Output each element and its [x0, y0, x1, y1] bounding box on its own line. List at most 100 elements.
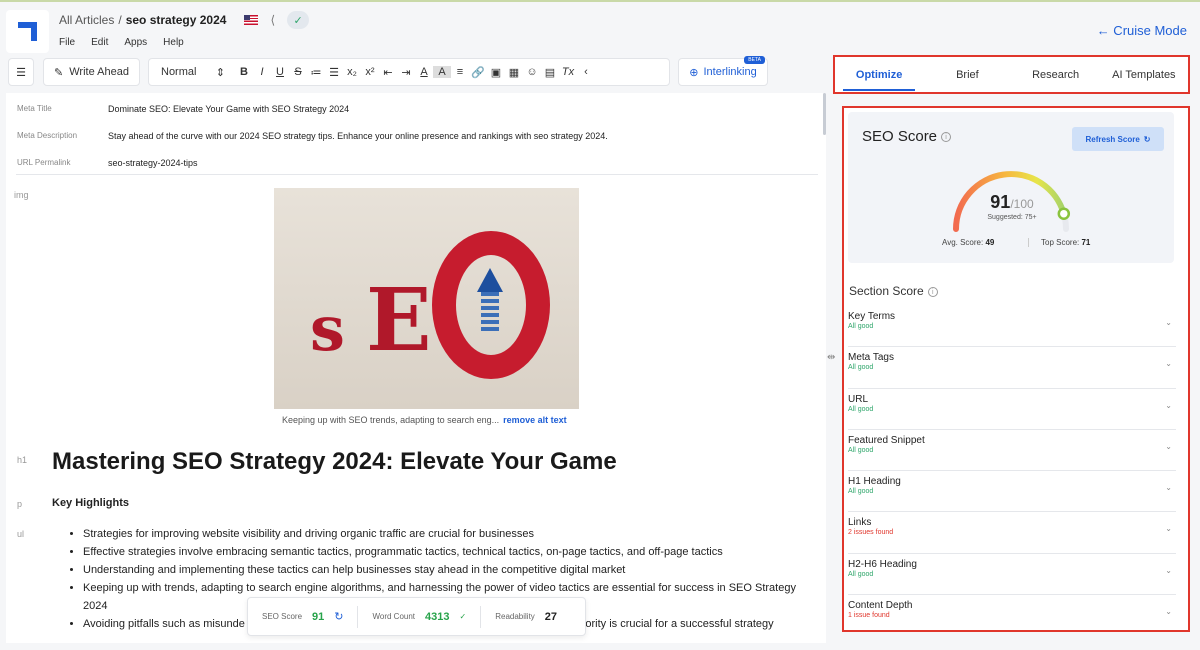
url-permalink-row: URL Permalink seo-strategy-2024-tips — [6, 149, 818, 176]
collapse-chevron-icon[interactable]: ‹ — [577, 66, 595, 78]
key-highlights-heading[interactable]: Key Highlights — [52, 497, 129, 509]
section-status: All good — [848, 323, 874, 330]
section-featured-snippet[interactable]: Featured Snippet All good ⌄ — [848, 430, 1176, 472]
word-count-value: 4313 — [425, 610, 450, 623]
section-name: URL — [848, 393, 869, 405]
image-icon[interactable]: ▣ — [487, 66, 505, 79]
info-icon[interactable]: i — [941, 132, 952, 143]
list-item[interactable]: Understanding and implementing these tac… — [83, 561, 798, 579]
info-icon[interactable]: i — [927, 286, 938, 297]
text-color-button[interactable]: A — [415, 66, 433, 78]
ordered-list-button[interactable]: ≔ — [307, 66, 325, 79]
cruise-mode-link[interactable]: ← Cruise Mode — [1097, 23, 1187, 38]
format-toolbar: Normal ⇕ B I U S ≔ ☰ x₂ x² ⇤ ⇥ A A ≡ 🔗 ▣ … — [148, 58, 670, 86]
video-icon[interactable]: ▦ — [505, 66, 523, 79]
interlinking-button[interactable]: ⊕ Interlinking BETA — [678, 56, 768, 86]
section-name: H2-H6 Heading — [848, 558, 917, 570]
chevron-down-icon: ⌄ — [1165, 441, 1172, 451]
section-status: 1 issue found — [848, 612, 890, 620]
resize-handle-icon[interactable]: ⇹ — [827, 352, 835, 363]
strikethrough-button[interactable]: S — [289, 66, 307, 78]
underline-button[interactable]: U — [271, 66, 289, 78]
article-heading[interactable]: Mastering SEO Strategy 2024: Elevate You… — [52, 448, 617, 476]
stat-seo-score: SEO Score 91 ↻ — [248, 606, 357, 628]
tab-brief[interactable]: Brief — [923, 57, 1011, 92]
menu-help[interactable]: Help — [163, 37, 184, 48]
menu-edit[interactable]: Edit — [91, 37, 108, 48]
list-item[interactable]: Effective strategies involve embracing s… — [83, 543, 798, 561]
outline-toggle-button[interactable]: ☰ — [8, 58, 34, 86]
tab-research[interactable]: Research — [1012, 57, 1100, 92]
editor-area: Meta Title Dominate SEO: Elevate Your Ga… — [6, 93, 826, 643]
section-score-title: Section Score i — [849, 284, 938, 298]
meta-description-field[interactable]: Stay ahead of the curve with our 2024 SE… — [108, 131, 608, 141]
section-url[interactable]: URL All good ⌄ — [848, 389, 1176, 430]
highlight-button[interactable]: A — [433, 66, 451, 78]
saved-check-icon: ✓ — [287, 11, 310, 29]
subscript-button[interactable]: x₂ — [343, 66, 361, 78]
link-icon[interactable]: 🔗 — [469, 66, 487, 79]
section-h2-h6-heading[interactable]: H2-H6 Heading All good ⌄ — [848, 554, 1176, 596]
write-ahead-icon: ✎ — [54, 66, 64, 79]
list-item[interactable]: Strategies for improving website visibil… — [83, 525, 798, 543]
superscript-button[interactable]: x² — [361, 66, 379, 78]
app-logo[interactable] — [6, 10, 49, 53]
score-number: 91 — [990, 192, 1011, 212]
indent-button[interactable]: ⇥ — [397, 66, 415, 79]
image-letter-e: E — [366, 270, 432, 371]
emoji-icon[interactable]: ☺ — [523, 66, 541, 78]
section-name: Featured Snippet — [848, 434, 925, 446]
section-content-depth[interactable]: Content Depth 1 issue found ⌄ — [848, 595, 1176, 630]
menu-bar: File Edit Apps Help — [59, 37, 184, 48]
refresh-score-label: Refresh Score — [1085, 134, 1140, 144]
editor-scrollbar[interactable] — [823, 93, 826, 135]
outdent-button[interactable]: ⇤ — [379, 66, 397, 79]
panel-tabs: Optimize Brief Research AI Templates — [833, 55, 1190, 94]
url-permalink-field[interactable]: seo-strategy-2024-tips — [108, 158, 198, 168]
italic-button[interactable]: I — [253, 66, 271, 78]
write-ahead-button[interactable]: ✎ Write Ahead — [43, 58, 140, 86]
gutter-h1-label: h1 — [17, 455, 28, 465]
meta-title-field[interactable]: Dominate SEO: Elevate Your Game with SEO… — [108, 104, 349, 114]
section-links[interactable]: Links 2 issues found ⌄ — [848, 512, 1176, 554]
seo-score-title-text: SEO Score — [862, 128, 938, 145]
optimize-panel: SEO Score i Refresh Score ↻ 91/100 Sugges… — [842, 106, 1190, 632]
meta-title-label: Meta Title — [17, 104, 52, 113]
stats-bar: SEO Score 91 ↻ Word Count 4313 ✓ Readabi… — [247, 597, 586, 636]
section-meta-tags[interactable]: Meta Tags All good ⌄ — [848, 347, 1176, 389]
remove-alt-text-link[interactable]: remove alt text — [503, 415, 567, 425]
section-score-list: Key Terms All good ⌄ Meta Tags All good ⌄ UR… — [848, 306, 1176, 630]
alt-text[interactable]: Keeping up with SEO trends, adapting to … — [282, 415, 499, 425]
section-status: All good — [848, 446, 874, 454]
featured-image[interactable]: s E — [274, 188, 579, 409]
score-value: 91/100 — [848, 192, 1176, 213]
section-h1-heading[interactable]: H1 Heading All good ⌄ — [848, 471, 1176, 513]
us-flag-icon[interactable] — [244, 15, 259, 25]
bold-button[interactable]: B — [235, 66, 253, 78]
menu-file[interactable]: File — [59, 37, 75, 48]
chevron-down-icon: ⌄ — [1165, 524, 1172, 534]
score-max: /100 — [1010, 197, 1034, 211]
refresh-icon[interactable]: ↻ — [334, 610, 343, 623]
clear-format-button[interactable]: Tx — [559, 66, 577, 78]
breadcrumb-all-articles[interactable]: All Articles — [59, 13, 114, 27]
bullet-list-button[interactable]: ☰ — [325, 66, 343, 79]
share-icon[interactable]: ⟨ — [270, 13, 275, 27]
table-icon[interactable]: ▤ — [541, 66, 559, 79]
section-key-terms[interactable]: Key Terms All good ⌄ — [848, 306, 1176, 348]
chevron-down-icon: ⌄ — [1165, 318, 1172, 327]
seo-score-title: SEO Score i — [862, 128, 952, 145]
breadcrumb: All Articles / seo strategy 2024 ⟨ ✓ — [59, 11, 310, 29]
tab-ai-templates[interactable]: AI Templates — [1100, 57, 1188, 92]
tab-optimize[interactable]: Optimize — [835, 57, 923, 92]
align-button[interactable]: ≡ — [451, 66, 469, 78]
refresh-score-button[interactable]: Refresh Score ↻ — [1072, 127, 1164, 151]
top-score-value: 71 — [1081, 238, 1091, 247]
style-select[interactable]: Normal ⇕ — [161, 66, 225, 79]
menu-apps[interactable]: Apps — [124, 37, 147, 48]
stat-readability: Readability 27 — [480, 605, 571, 628]
section-status: All good — [848, 364, 874, 372]
section-status: All good — [848, 488, 874, 496]
write-ahead-label: Write Ahead — [69, 66, 129, 78]
list-icon: ☰ — [16, 66, 26, 79]
